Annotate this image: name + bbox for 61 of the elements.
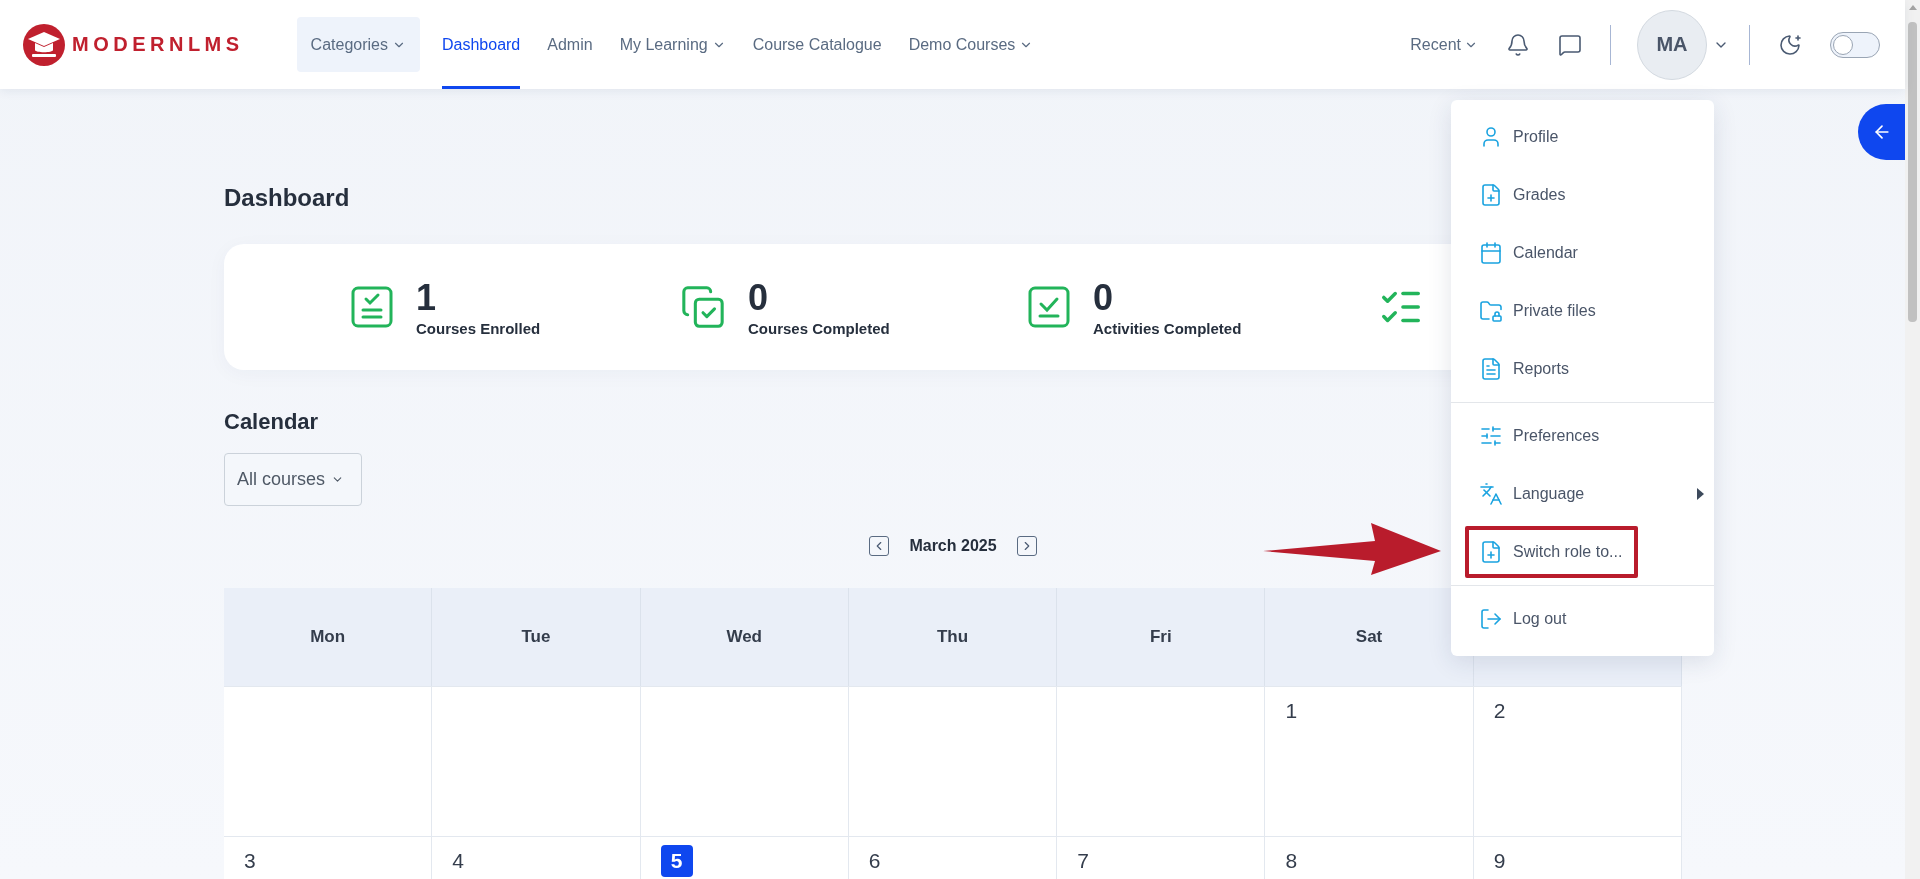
menu-item[interactable]: Private files — [1465, 285, 1612, 337]
weekday-header: Tue — [432, 588, 641, 686]
nav-item[interactable]: Categories — [296, 17, 420, 72]
weekday-header: Fri — [1057, 588, 1266, 686]
bell-icon[interactable] — [1506, 32, 1530, 57]
recent-menu[interactable]: Recent — [1410, 35, 1478, 54]
menu-item[interactable]: Profile — [1465, 111, 1575, 163]
day-number[interactable]: 9 — [1493, 845, 1506, 877]
day-number[interactable]: 1 — [1285, 695, 1298, 727]
day-number[interactable]: 6 — [868, 845, 881, 877]
menu-item[interactable]: Reports — [1465, 343, 1586, 395]
stat-label: Activities Completed — [1093, 319, 1242, 337]
logo-text: MODERNLMS — [72, 33, 244, 56]
document-icon — [1479, 357, 1503, 381]
day-number[interactable]: 2 — [1493, 695, 1506, 727]
moon-star-icon — [1778, 32, 1802, 57]
stat-value: 0 — [1093, 277, 1115, 318]
calendar-icon — [1479, 241, 1503, 265]
weekday-header: Sat — [1265, 588, 1474, 686]
menu-item[interactable]: Preferences — [1465, 410, 1616, 462]
stat-value: 0 — [748, 277, 770, 318]
section-title: Calendar — [224, 408, 319, 436]
user-avatar[interactable]: MA — [1637, 9, 1707, 80]
dark-mode-toggle[interactable] — [1830, 31, 1880, 58]
stat-value: 1 — [416, 277, 438, 318]
chat-icon[interactable] — [1558, 32, 1582, 57]
day-number[interactable]: 4 — [452, 845, 464, 877]
checkbox-icon — [1027, 285, 1071, 329]
weekday-header: Thu — [848, 588, 1058, 686]
file-plus-icon — [1479, 540, 1503, 564]
day-number[interactable]: 8 — [1285, 845, 1298, 877]
menu-item[interactable]: Calendar — [1465, 227, 1594, 279]
day-number[interactable]: 3 — [244, 845, 256, 877]
nav-item[interactable]: My Learning — [619, 0, 726, 89]
nav-item[interactable]: Admin — [547, 0, 593, 89]
menu-item[interactable]: Grades — [1465, 169, 1582, 221]
weekday-header: Mon — [224, 588, 433, 686]
page-title: Dashboard — [224, 183, 350, 213]
menu-item[interactable]: Language — [1465, 468, 1601, 520]
day-number[interactable]: 5 — [660, 845, 693, 877]
nav-item[interactable]: Course Catalogue — [752, 0, 882, 89]
logout-icon — [1479, 607, 1503, 631]
stat-label: Courses Enrolled — [416, 319, 541, 337]
nav-item[interactable]: Dashboard — [442, 0, 521, 89]
weekday-header: Wed — [640, 588, 849, 686]
language-icon — [1479, 482, 1503, 506]
nav-item[interactable]: Demo Courses — [908, 0, 1034, 89]
day-number[interactable]: 7 — [1077, 845, 1089, 877]
logo-icon — [22, 22, 66, 67]
month-label: March 2025 — [909, 537, 997, 555]
stat-label: Courses Completed — [748, 319, 890, 337]
sliders-icon — [1479, 424, 1503, 448]
previous-month-button[interactable] — [869, 536, 890, 556]
checklist-icon — [350, 285, 394, 329]
next-month-button[interactable] — [1016, 536, 1037, 556]
file-plus-icon — [1479, 183, 1503, 207]
folder-lock-icon — [1479, 299, 1503, 323]
stacked-check-icon — [680, 284, 726, 330]
course-filter-select[interactable]: All courses — [224, 453, 362, 506]
menu-item[interactable]: Switch role to... — [1465, 526, 1639, 578]
back-button[interactable] — [1858, 104, 1905, 160]
